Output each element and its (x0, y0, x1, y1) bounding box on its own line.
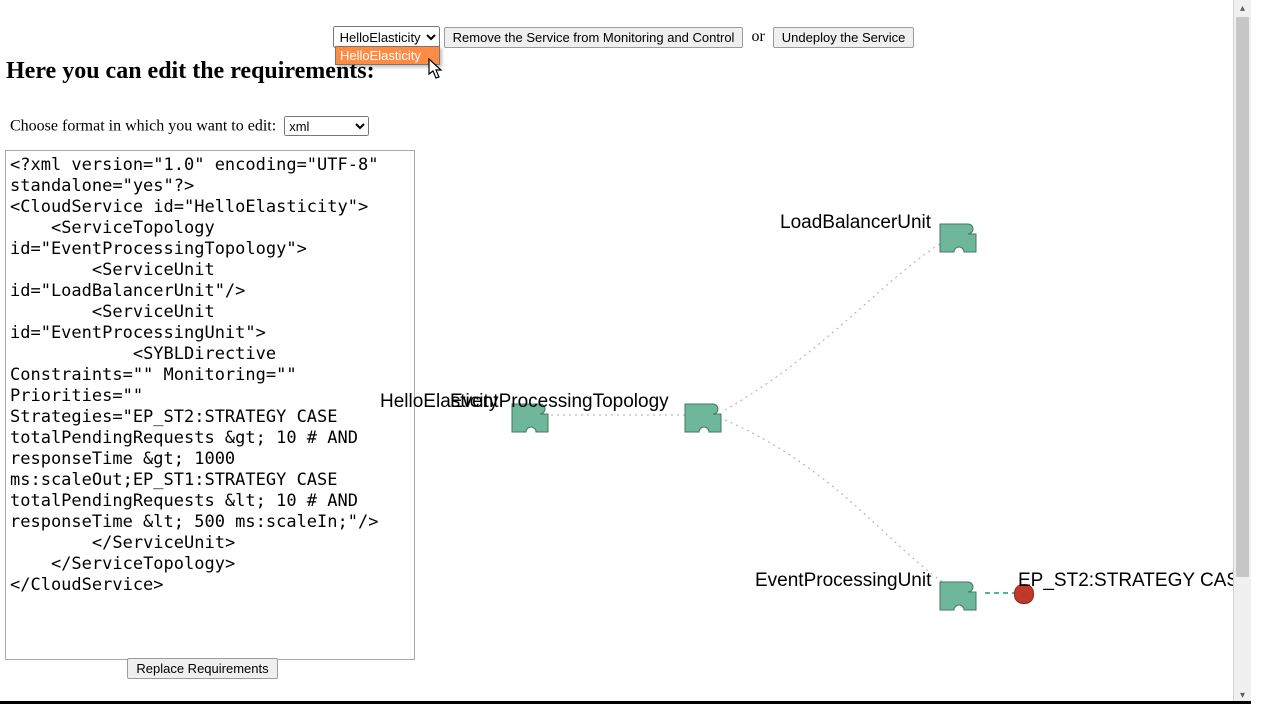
service-select-dropdown[interactable]: HelloElasticity (335, 46, 440, 65)
format-row: Choose format in which you want to edit:… (10, 116, 369, 136)
service-select[interactable]: HelloElasticity (333, 26, 440, 48)
format-select[interactable]: xml (284, 116, 369, 136)
node-ep[interactable] (938, 576, 983, 616)
scroll-track[interactable] (1234, 17, 1251, 687)
service-select-option[interactable]: HelloElasticity (336, 47, 439, 64)
node-label-topology: EventProcessingTopology (450, 391, 669, 413)
xml-editor[interactable] (5, 150, 415, 660)
node-lb[interactable] (938, 218, 983, 258)
scroll-up-arrow[interactable]: ▴ (1234, 0, 1251, 17)
edit-requirements-title: Here you can edit the requirements: (6, 58, 375, 85)
undeploy-service-button[interactable]: Undeploy the Service (773, 27, 915, 48)
top-controls: HelloElasticity Remove the Service from … (0, 26, 1247, 48)
topology-graph: HelloElasticity EventProcessingTopology … (410, 150, 1250, 650)
node-label-ep: EventProcessingUnit (755, 570, 931, 592)
scroll-thumb[interactable] (1236, 17, 1249, 577)
node-label-lb: LoadBalancerUnit (780, 212, 931, 234)
format-label: Choose format in which you want to edit: (10, 118, 276, 135)
remove-service-button[interactable]: Remove the Service from Monitoring and C… (444, 27, 744, 48)
node-topology[interactable] (683, 398, 728, 438)
replace-requirements-button[interactable]: Replace Requirements (127, 658, 277, 679)
or-text: or (751, 28, 764, 45)
vertical-scrollbar[interactable]: ▴ ▾ (1233, 0, 1251, 704)
node-label-strategy: EP_ST2:STRATEGY CASE (1018, 570, 1251, 592)
